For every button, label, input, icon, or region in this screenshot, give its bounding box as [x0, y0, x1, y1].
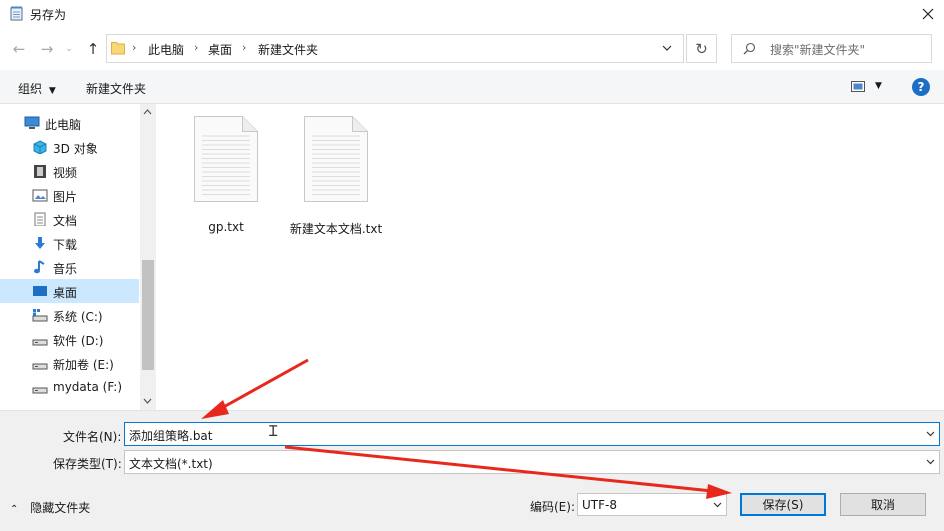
sidebar-item-label: 此电脑 [45, 118, 82, 132]
hide-folders-label: 隐藏文件夹 [30, 501, 91, 515]
filetype-value: 文本文档(*.txt) [129, 457, 213, 471]
sidebar-item-label: 新加卷 (E:) [53, 358, 114, 372]
sidebar-item-label: 软件 (D:) [53, 334, 104, 348]
refresh-button[interactable]: ↻ [686, 34, 717, 63]
sidebar-item[interactable]: 软件 (D:) [0, 327, 139, 351]
encoding-select[interactable]: UTF-8 [577, 493, 727, 516]
organize-label: 组织 [18, 82, 43, 96]
file-name: gp.txt [208, 220, 244, 234]
sidebar-item[interactable]: 系统 (C:) [0, 303, 139, 327]
computer-icon [24, 116, 40, 130]
address-dropdown-icon[interactable] [662, 45, 672, 52]
forward-button[interactable]: → [37, 38, 57, 60]
up-button[interactable]: ↑ [83, 38, 103, 60]
title-bar [0, 0, 944, 28]
filename-label: 文件名(N): [63, 430, 122, 444]
search-placeholder: 搜索"新建文件夹" [770, 43, 866, 57]
sidebar-item-label: 3D 对象 [53, 142, 98, 156]
drive-icon [32, 380, 48, 394]
chevron-up-icon: ⌃ [10, 504, 19, 515]
scroll-down-icon[interactable] [143, 398, 152, 405]
save-button[interactable]: 保存(S) [740, 493, 826, 516]
caret-down-icon: ▼ [48, 86, 56, 96]
system-drive-icon [32, 308, 48, 322]
notepad-icon [10, 6, 23, 21]
sidebar-item-label: 系统 (C:) [53, 310, 103, 324]
sidebar-item[interactable]: mydata (F:) [0, 375, 139, 399]
breadcrumb-this-pc[interactable]: 此电脑 [148, 41, 184, 58]
text-file-icon [194, 116, 258, 202]
drive-icon [32, 332, 48, 346]
sidebar-item[interactable]: 新加卷 (E:) [0, 351, 139, 375]
sidebar-item[interactable]: 3D 对象 [0, 135, 139, 159]
window-title: 另存为 [30, 8, 67, 22]
hide-folders-toggle[interactable]: ⌃ 隐藏文件夹 [10, 499, 90, 516]
filename-input[interactable]: 添加组策略.bat [124, 422, 940, 446]
chevron-down-icon: ⌄ [65, 44, 73, 54]
new-folder-button[interactable]: 新建文件夹 [86, 80, 146, 97]
sidebar-item-label: 视频 [53, 166, 78, 180]
sidebar-item-label: 桌面 [53, 286, 78, 300]
cancel-button[interactable]: 取消 [840, 493, 926, 516]
back-button[interactable]: ← [9, 38, 29, 60]
refresh-icon: ↻ [695, 39, 708, 58]
file-item[interactable]: gp.txt [178, 116, 274, 236]
arrow-right-icon: → [40, 40, 54, 58]
document-icon [32, 212, 48, 227]
folder-icon [111, 42, 125, 55]
encoding-value: UTF-8 [582, 498, 617, 512]
arrow-up-icon: ↑ [86, 40, 100, 58]
breadcrumb-separator-icon: › [132, 41, 137, 54]
filename-value: 添加组策略.bat [129, 429, 213, 443]
search-icon [743, 42, 756, 55]
file-item[interactable]: 新建文本文档.txt [288, 116, 384, 236]
scroll-up-icon[interactable] [143, 108, 152, 115]
sidebar-item[interactable]: 图片 [0, 183, 139, 207]
chevron-down-icon[interactable] [926, 429, 935, 438]
scrollbar-thumb[interactable] [142, 260, 154, 370]
sidebar-item-label: 下载 [53, 238, 78, 252]
organize-menu[interactable]: 组织 ▼ [18, 80, 56, 97]
sidebar-item-label: 音乐 [53, 262, 78, 276]
filetype-label: 保存类型(T): [53, 457, 122, 471]
chevron-down-icon[interactable] [926, 457, 935, 466]
sidebar-item[interactable]: 文档 [0, 207, 139, 231]
sidebar-item-label: mydata (F:) [53, 380, 123, 394]
recent-locations-button[interactable]: ⌄ [62, 38, 76, 60]
sidebar-item[interactable]: 下载 [0, 231, 139, 255]
picture-icon [32, 188, 48, 202]
sidebar-item[interactable]: 桌面 [0, 279, 139, 303]
encoding-label: 编码(E): [530, 500, 575, 514]
address-bar[interactable] [106, 34, 684, 63]
download-icon [32, 236, 48, 250]
help-icon[interactable]: ? [912, 78, 930, 96]
music-icon [32, 260, 48, 274]
breadcrumb-new-folder[interactable]: 新建文件夹 [258, 41, 318, 58]
sidebar-item[interactable]: 视频 [0, 159, 139, 183]
desktop-icon [32, 284, 48, 298]
sidebar-item[interactable]: 此电脑 [0, 111, 139, 135]
view-options-icon[interactable] [851, 81, 865, 92]
text-file-icon [304, 116, 368, 202]
breadcrumb-separator-icon: › [242, 41, 247, 54]
text-cursor-icon: Ɪ [269, 422, 278, 440]
sidebar-item-label: 图片 [53, 190, 78, 204]
close-icon [922, 8, 934, 20]
file-name: 新建文本文档.txt [289, 222, 383, 236]
drive-icon [32, 356, 48, 370]
breadcrumb-separator-icon: › [194, 41, 199, 54]
arrow-left-icon: ← [12, 40, 26, 58]
cube-icon [32, 140, 48, 155]
breadcrumb-desktop[interactable]: 桌面 [208, 41, 232, 58]
close-button[interactable] [915, 3, 941, 25]
view-dropdown-icon[interactable]: ▼ [875, 81, 882, 91]
filetype-select[interactable]: 文本文档(*.txt) [124, 450, 940, 474]
video-icon [32, 164, 48, 178]
sidebar-item[interactable]: 音乐 [0, 255, 139, 279]
sidebar-item-label: 文档 [53, 214, 78, 228]
file-list [157, 104, 944, 410]
chevron-down-icon[interactable] [713, 500, 722, 509]
